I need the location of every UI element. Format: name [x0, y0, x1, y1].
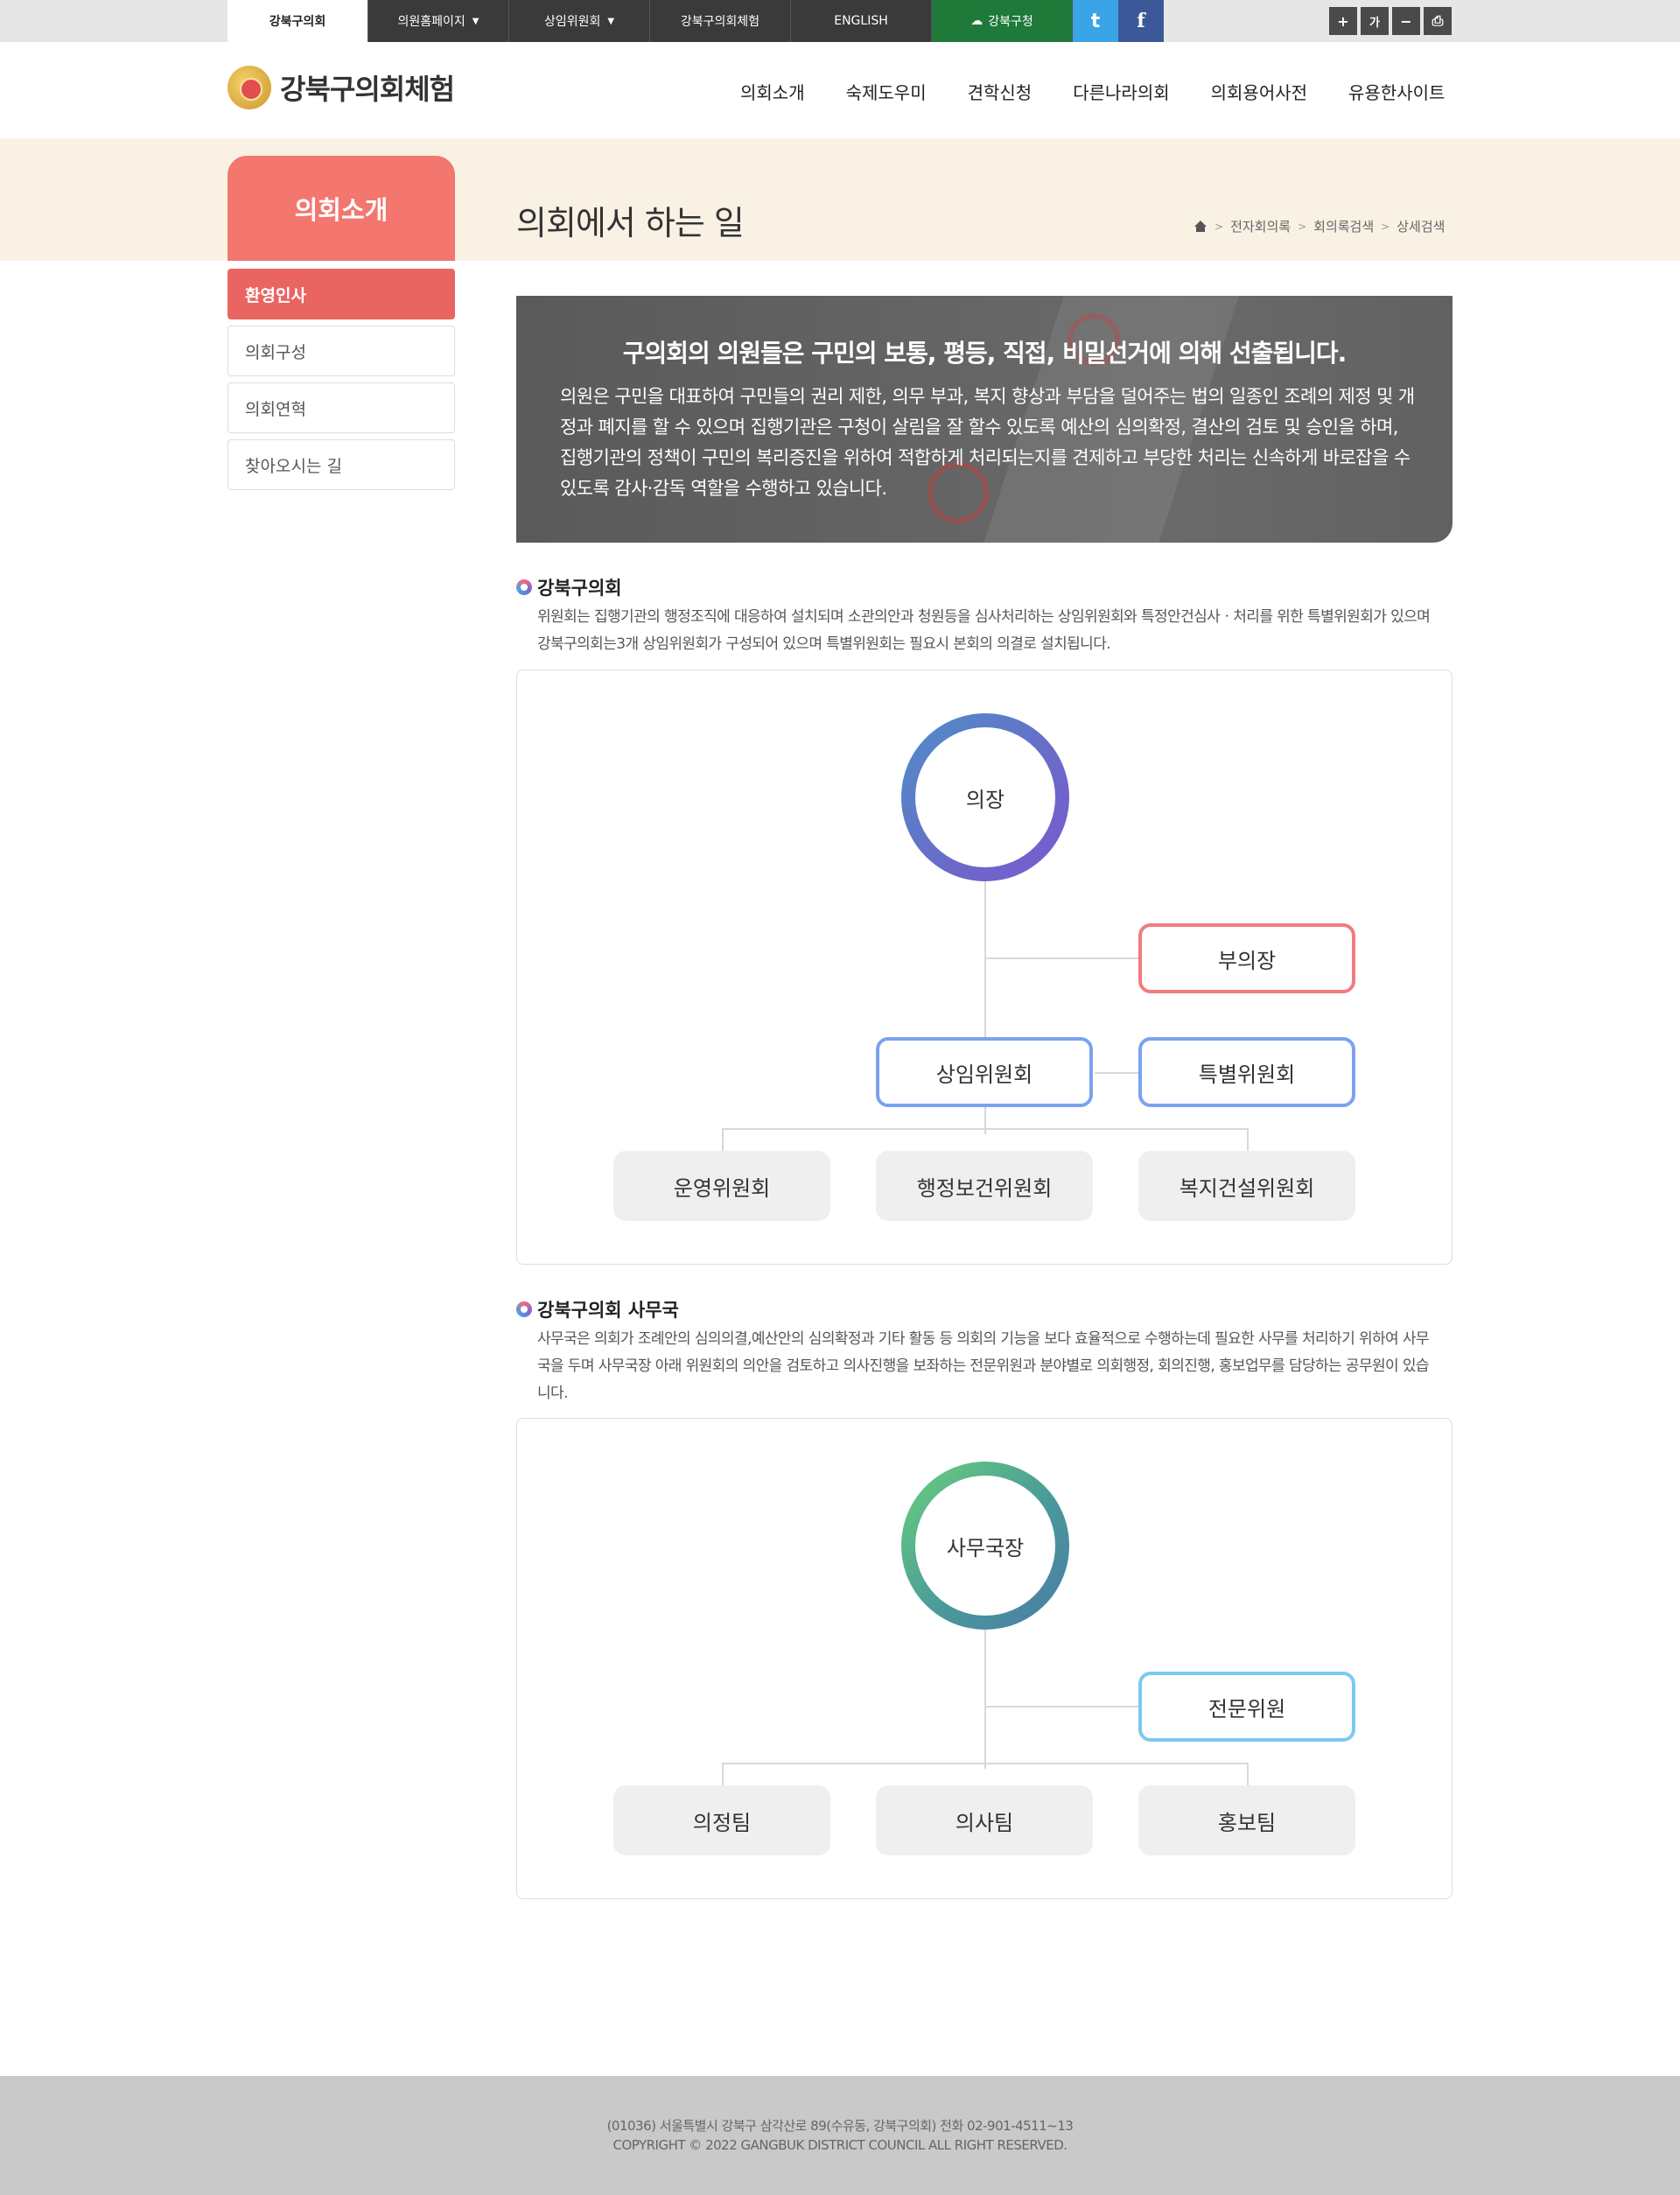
- connector-line: [722, 1763, 1249, 1764]
- section-heading: 강북구의회: [537, 578, 622, 599]
- nav-homework-helper[interactable]: 숙제도우미: [846, 79, 927, 104]
- font-tools: + 가 − ⎙: [1329, 7, 1452, 35]
- bullet-ring-icon: [516, 1301, 532, 1317]
- utility-bar: 강북구의회 의원홈페이지 ▼ 상임위원회 ▼ 강북구의회체험 ENGLISH ☁ 강북…: [0, 0, 1680, 42]
- tab-label: 강북구의회: [269, 15, 326, 29]
- breadcrumb: > 전자회의록 > 회의록검색 > 상세검색: [1194, 217, 1445, 235]
- council-emblem-icon: [228, 66, 271, 109]
- nav-glossary[interactable]: 의회용어사전: [1211, 79, 1307, 104]
- tab-label: 상임위원회: [543, 15, 601, 29]
- site-logo[interactable]: 강북구의회체험: [228, 66, 455, 109]
- tab-gangbuk-office[interactable]: ☁ 강북구청: [932, 0, 1073, 42]
- site-tabs: 강북구의회 의원홈페이지 ▼ 상임위원회 ▼ 강북구의회체험 ENGLISH ☁ 강북…: [228, 0, 1164, 42]
- caret-down-icon: ▼: [607, 16, 615, 26]
- font-size-button[interactable]: 가: [1361, 7, 1389, 35]
- twitter-icon[interactable]: t: [1073, 0, 1118, 42]
- bullet-ring-icon: [516, 579, 532, 595]
- tab-council-experience[interactable]: 강북구의회체험: [650, 0, 791, 42]
- side-item-welcome[interactable]: 환영인사: [228, 269, 455, 319]
- footer-address: (01036) 서울특별시 강북구 삼각산로 89(수유동, 강북구의회) 전화…: [606, 2118, 1074, 2134]
- committee-node: 운영위원회: [613, 1151, 830, 1221]
- secretariat-desc: 사무국은 의회가 조례안의 심의의결,예산안의 심의확정과 기타 활동 등 의회…: [537, 1330, 1430, 1402]
- home-icon[interactable]: [1194, 220, 1208, 233]
- breadcrumb-item[interactable]: 회의록검색: [1313, 217, 1374, 235]
- footer: (01036) 서울특별시 강북구 삼각산로 89(수유동, 강북구의회) 전화…: [0, 2076, 1680, 2195]
- footer-copyright: COPYRIGHT © 2022 GANGBUK DISTRICT COUNCI…: [612, 2137, 1068, 2153]
- side-item-directions[interactable]: 찾아오시는 길: [228, 439, 455, 490]
- breadcrumb-item[interactable]: 상세검색: [1396, 217, 1445, 235]
- intro-body: 의원은 구민을 대표하여 구민들의 권리 제한, 의무 부과, 복지 향상과 부…: [560, 386, 1415, 499]
- intro-banner: 구의회의 의원들은 구민의 보통, 평등, 직접, 비밀선거에 의해 선출됩니다…: [516, 296, 1452, 543]
- vice-chair-node: 부의장: [1138, 923, 1355, 993]
- cloud-icon: ☁: [970, 14, 984, 28]
- tab-label: ENGLISH: [834, 14, 888, 28]
- side-item-history[interactable]: 의회연혁: [228, 382, 455, 433]
- chair-node: 의장: [901, 713, 1069, 881]
- chevron-right-icon: >: [1298, 220, 1307, 233]
- nav-tour-request[interactable]: 견학신청: [968, 79, 1032, 104]
- team-node: 의사팀: [876, 1785, 1093, 1855]
- secretariat-org-chart: 사무국장 전문위원 의정팀 의사팀 홍보팀: [516, 1418, 1452, 1899]
- section-heading: 강북구의회 사무국: [537, 1300, 679, 1321]
- tab-english[interactable]: ENGLISH: [791, 0, 932, 42]
- connector-line: [722, 1128, 1249, 1130]
- connector-line: [984, 1706, 1159, 1708]
- council-desc: 위원회는 집행기관의 행정조직에 대응하여 설치되며 소관의안과 청원등을 심사…: [537, 608, 1431, 653]
- chevron-right-icon: >: [1381, 220, 1390, 233]
- main-nav: 의회소개 숙제도우미 견학신청 다른나라의회 의회용어사전 유용한사이트: [740, 79, 1445, 104]
- committee-node: 복지건설위원회: [1138, 1151, 1355, 1221]
- nav-other-countries[interactable]: 다른나라의회: [1073, 79, 1169, 104]
- breadcrumb-item[interactable]: 전자회의록: [1230, 217, 1291, 235]
- zoom-in-button[interactable]: +: [1329, 7, 1357, 35]
- committee-node: 행정보건위원회: [876, 1151, 1093, 1221]
- nav-council-intro[interactable]: 의회소개: [740, 79, 805, 104]
- expert-node: 전문위원: [1138, 1672, 1355, 1742]
- zoom-out-button[interactable]: −: [1392, 7, 1420, 35]
- council-section-title: 강북구의회: [516, 574, 622, 600]
- tab-label: 강북구청: [988, 15, 1033, 29]
- tab-standing-committee[interactable]: 상임위원회 ▼: [509, 0, 650, 42]
- print-icon[interactable]: ⎙: [1424, 7, 1452, 35]
- caret-down-icon: ▼: [472, 16, 480, 26]
- chair-label: 의장: [915, 727, 1055, 867]
- secretary-general-node: 사무국장: [901, 1462, 1069, 1630]
- tab-label: 강북구의회체험: [680, 15, 760, 29]
- side-item-composition[interactable]: 의회구성: [228, 326, 455, 376]
- tab-member-homepage[interactable]: 의원홈페이지 ▼: [368, 0, 509, 42]
- logo-text: 강북구의회체험: [280, 73, 455, 106]
- facebook-icon[interactable]: f: [1118, 0, 1164, 42]
- team-node: 홍보팀: [1138, 1785, 1355, 1855]
- nav-useful-sites[interactable]: 유용한사이트: [1348, 79, 1445, 104]
- connector-line: [984, 957, 1159, 959]
- council-org-chart: 의장 부의장 상임위원회 특별위원회 운영위원회 행정보건위원회 복지건설위원회: [516, 670, 1452, 1265]
- page-title: 의회에서 하는 일: [516, 204, 745, 242]
- side-menu: 환영인사 의회구성 의회연혁 찾아오시는 길: [228, 269, 455, 496]
- standing-committee-node: 상임위원회: [876, 1037, 1093, 1107]
- tab-label: 의원홈페이지: [397, 15, 466, 29]
- secretariat-section-title: 강북구의회 사무국: [516, 1296, 679, 1322]
- section-title: 의회소개: [228, 156, 455, 261]
- intro-heading: 구의회의 의원들은 구민의 보통, 평등, 직접, 비밀선거에 의해 선출됩니다…: [622, 339, 1348, 368]
- chevron-right-icon: >: [1214, 220, 1224, 233]
- special-committee-node: 특별위원회: [1138, 1037, 1355, 1107]
- tab-gangbuk-council[interactable]: 강북구의회: [228, 0, 368, 42]
- header: 강북구의회체험 의회소개 숙제도우미 견학신청 다른나라의회 의회용어사전 유용…: [0, 42, 1680, 138]
- team-node: 의정팀: [613, 1785, 830, 1855]
- secretary-general-label: 사무국장: [915, 1476, 1055, 1616]
